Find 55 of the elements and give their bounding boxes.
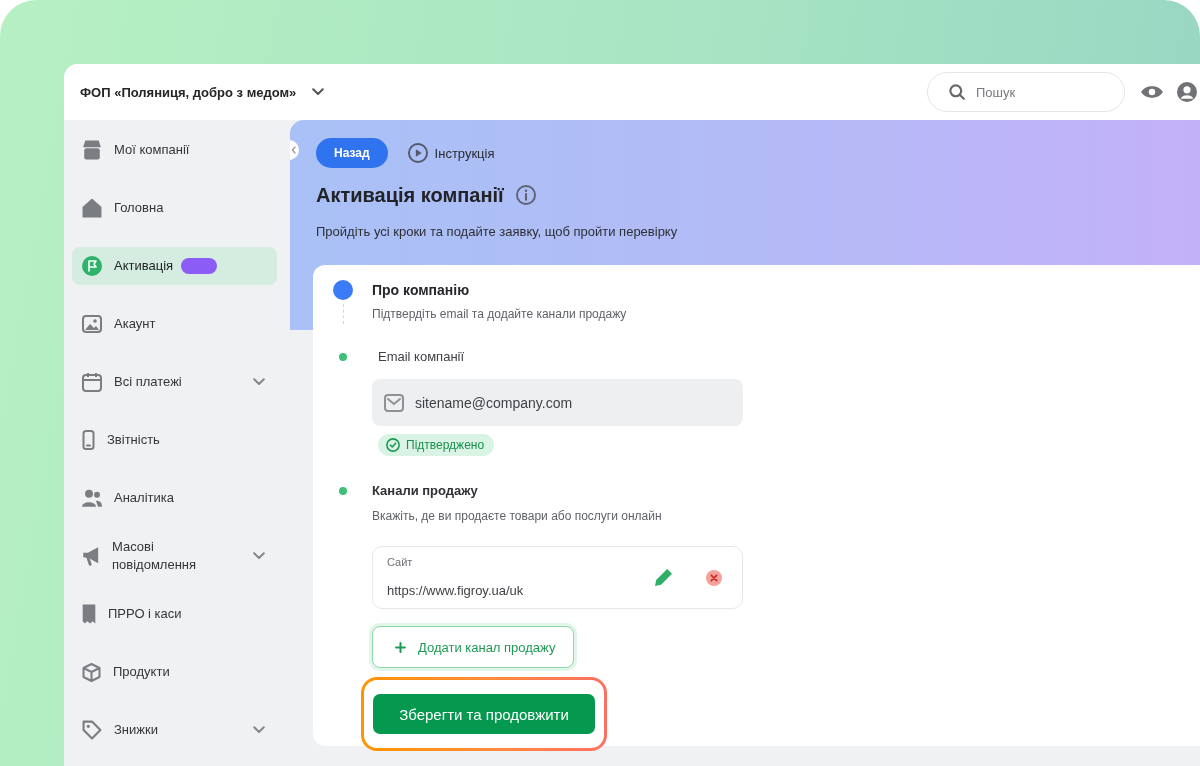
phone-icon xyxy=(82,430,95,450)
cube-icon xyxy=(82,662,101,682)
collapse-icon[interactable] xyxy=(290,140,301,160)
sidebar-item[interactable]: Аналітика xyxy=(72,479,277,517)
pencil-icon[interactable] xyxy=(655,569,672,586)
info-icon[interactable] xyxy=(515,185,536,205)
sidebar-item[interactable]: Звітність xyxy=(72,421,277,459)
sidebar-item[interactable]: Акаунт xyxy=(72,305,277,343)
flag-icon xyxy=(82,256,102,276)
sidebar-item[interactable]: Всі платежі xyxy=(72,363,277,401)
step-title: Про компанію xyxy=(372,281,471,300)
receipt-icon xyxy=(82,604,96,624)
sidebar-item[interactable]: Головна xyxy=(72,189,277,227)
save-button[interactable]: Зберегти та продовжити xyxy=(373,694,595,734)
email-field[interactable]: sitename@company.com xyxy=(372,379,743,426)
section-title: Канали продажу xyxy=(372,482,479,500)
check-icon xyxy=(386,438,400,452)
add-channel-button[interactable]: Додати канал продажу xyxy=(372,626,575,668)
play-icon xyxy=(407,143,428,163)
channel-type: Сайт xyxy=(387,555,414,569)
sidebar-item[interactable]: Мої компанії xyxy=(72,131,277,169)
chevron-down-icon xyxy=(253,726,265,734)
chevron-down-icon xyxy=(253,378,265,386)
mail-icon xyxy=(384,393,404,412)
tag-icon xyxy=(82,720,102,740)
channel-url: https://www.figroy.ua/uk xyxy=(387,582,525,600)
search-field[interactable]: Пошук xyxy=(927,72,1125,112)
delete-icon[interactable] xyxy=(706,569,722,586)
sidebar-item[interactable]: Активація xyxy=(72,247,277,285)
guide-link[interactable]: Інструкція xyxy=(407,143,495,163)
people-icon xyxy=(82,489,102,507)
image-icon xyxy=(82,315,102,333)
avatar-icon[interactable] xyxy=(1177,82,1197,102)
company-selector[interactable]: ФОП «Поляниця, добро з медом» xyxy=(80,84,325,100)
plus-icon xyxy=(395,641,406,653)
status-label: Підтверджено xyxy=(406,438,485,452)
chevron-down-icon xyxy=(312,88,325,96)
sidebar-item[interactable]: Масові повідомлення xyxy=(72,537,277,575)
search-icon xyxy=(949,84,965,100)
sidebar-item[interactable]: Продукти xyxy=(72,653,277,691)
sidebar-item[interactable]: ПРРО і каси xyxy=(72,595,277,633)
step-description: Підтвердіть email та додайте канали продажу xyxy=(372,306,628,322)
back-button[interactable]: Назад xyxy=(316,138,388,168)
eye-icon[interactable] xyxy=(1141,86,1163,98)
section-description: Вкажіть, де ви продаєте товари або послуги онлайн xyxy=(372,508,663,524)
field-label: Email компанії xyxy=(377,348,466,366)
megaphone-icon xyxy=(82,546,100,566)
calendar-icon xyxy=(82,372,102,392)
sidebar-item[interactable]: Знижки xyxy=(72,711,277,749)
badge-icon xyxy=(181,258,218,274)
chevron-down-icon xyxy=(253,552,265,560)
page-title: Активація компанії xyxy=(316,183,504,208)
store-icon xyxy=(82,140,102,160)
page-subtitle: Пройдіть усі кроки та подайте заявку, щоб пройти перевірку xyxy=(316,223,679,241)
home-icon xyxy=(82,198,102,218)
